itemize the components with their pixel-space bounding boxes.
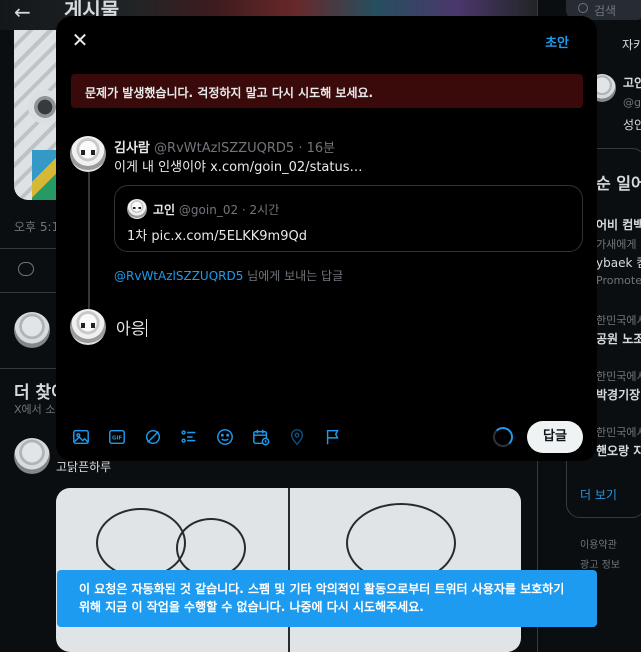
replying-suffix: 님에게 보내는 답글: [243, 269, 344, 283]
tweet-time: · 16분: [298, 141, 336, 156]
quote-time: · 2시간: [241, 203, 280, 217]
poll-icon[interactable]: [180, 428, 198, 446]
avatar[interactable]: [70, 309, 106, 345]
reply-textarea[interactable]: 아응: [116, 315, 148, 339]
tweet-author-name[interactable]: 김사람: [114, 141, 150, 156]
avatar: [127, 199, 147, 219]
gif-icon[interactable]: GIF: [108, 428, 126, 446]
svg-text:GIF: GIF: [112, 436, 122, 442]
quote-author-name: 고인: [153, 203, 176, 217]
quote-body: 1차 pic.x.com/5ELKK9m9Qd: [127, 229, 307, 244]
flag-icon[interactable]: [324, 428, 342, 446]
character-count-ring: [493, 427, 513, 447]
image-icon[interactable]: [72, 428, 90, 446]
reply-dialog: ✕ 초안 문제가 발생했습니다. 걱정하지 말고 다시 시도해 보세요. 김사람…: [56, 16, 597, 461]
tweet-author-handle[interactable]: @RvWtAzlSZZUQRD5: [154, 141, 294, 156]
drafts-button[interactable]: 초안: [545, 32, 569, 51]
replying-to: @RvWtAzlSZZUQRD5 님에게 보내는 답글: [114, 267, 343, 284]
quote-header: 고인 @goin_02 · 2시간: [153, 201, 279, 218]
reply-text: 아응: [116, 319, 146, 338]
error-toast: 이 요청은 자동화된 것 같습니다. 스팸 및 기타 악의적인 활동으로부터 트…: [57, 570, 597, 627]
text-caret: [146, 319, 148, 337]
tweet-body: 이게 내 인생이야 x.com/goin_02/status…: [114, 160, 363, 175]
quoted-tweet[interactable]: 고인 @goin_02 · 2시간 1차 pic.x.com/5ELKK9m9Q…: [114, 185, 583, 252]
emoji-icon[interactable]: [216, 428, 234, 446]
location-icon[interactable]: [288, 428, 306, 446]
avatar[interactable]: [70, 136, 106, 172]
error-banner: 문제가 발생했습니다. 걱정하지 말고 다시 시도해 보세요.: [71, 74, 583, 108]
grok-icon[interactable]: [144, 428, 162, 446]
quote-author-handle: @goin_02: [178, 203, 239, 217]
reply-button[interactable]: 답글: [527, 421, 583, 453]
replying-handle-link[interactable]: @RvWtAzlSZZUQRD5: [114, 269, 243, 283]
close-icon[interactable]: ✕: [70, 30, 90, 50]
thread-line: [88, 172, 90, 312]
schedule-icon[interactable]: [252, 428, 270, 446]
tweet-header: 김사람 @RvWtAzlSZZUQRD5 · 16분: [114, 137, 335, 156]
